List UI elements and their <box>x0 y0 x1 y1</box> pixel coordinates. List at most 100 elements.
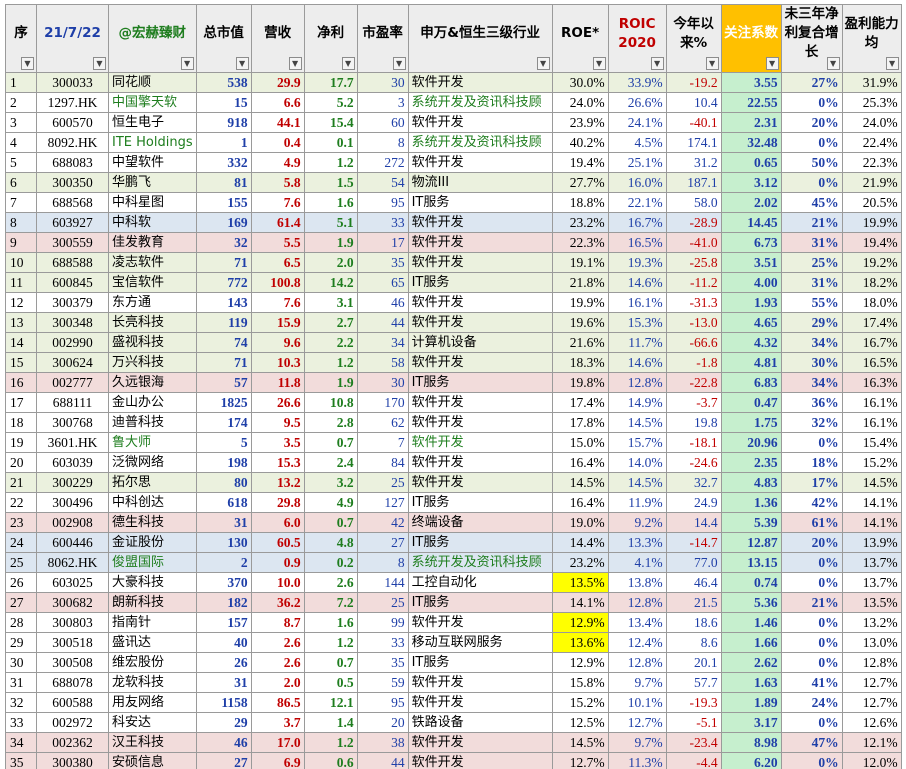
cell-roe[interactable]: 19.0% <box>551 512 609 533</box>
cell-margin[interactable]: 18.2% <box>841 272 902 293</box>
cell-margin[interactable]: 22.3% <box>841 152 902 173</box>
cell-market-cap[interactable]: 71 <box>195 252 252 273</box>
cell-revenue[interactable]: 15.9 <box>250 312 305 333</box>
cell-net-profit[interactable]: 3.2 <box>303 472 358 493</box>
cell-margin[interactable]: 18.0% <box>841 292 902 313</box>
cell-industry[interactable]: 计算机设备 <box>407 332 553 353</box>
cell-focus[interactable]: 0.47 <box>720 392 782 413</box>
cell-code[interactable]: 300348 <box>36 312 109 333</box>
cell-focus[interactable]: 22.55 <box>720 92 782 113</box>
cell-market-cap[interactable]: 5 <box>195 432 252 453</box>
cell-industry[interactable]: 软件开发 <box>407 352 553 373</box>
cell-growth[interactable]: 29% <box>780 312 843 333</box>
table-row[interactable]: 17 688111 金山办公 1825 26.6 10.8 170 软件开发 17.4% 14.9… <box>5 392 902 413</box>
cell-industry[interactable]: 软件开发 <box>407 72 553 93</box>
cell-pe[interactable]: 95 <box>356 192 409 213</box>
table-row[interactable]: 2 1297.HK 中国擎天软 15 6.6 5.2 3 系统开发及资讯科技顾 24.0% 26.… <box>5 92 902 113</box>
cell-roic[interactable]: 4.5% <box>607 132 667 153</box>
cell-pe[interactable]: 34 <box>356 332 409 353</box>
cell-growth[interactable]: 21% <box>780 592 843 613</box>
cell-growth[interactable]: 61% <box>780 512 843 533</box>
cell-code[interactable]: 300350 <box>36 172 109 193</box>
cell-roe[interactable]: 16.4% <box>551 452 609 473</box>
cell-growth[interactable]: 31% <box>780 272 843 293</box>
cell-growth[interactable]: 0% <box>780 752 843 769</box>
cell-roic[interactable]: 15.3% <box>607 312 667 333</box>
cell-ytd[interactable]: -5.1 <box>665 712 722 733</box>
filter-dropdown-icon[interactable]: ▼ <box>885 57 899 70</box>
cell-margin[interactable]: 12.6% <box>841 712 902 733</box>
cell-seq[interactable]: 23 <box>5 512 37 533</box>
cell-name[interactable]: 中科星图 <box>108 192 197 213</box>
cell-ytd[interactable]: 20.1 <box>665 652 722 673</box>
cell-pe[interactable]: 35 <box>356 252 409 273</box>
cell-name[interactable]: 拓尔思 <box>108 472 197 493</box>
cell-code[interactable]: 300768 <box>36 412 109 433</box>
cell-name[interactable]: 迪普科技 <box>108 412 197 433</box>
cell-roic[interactable]: 9.2% <box>607 512 667 533</box>
cell-market-cap[interactable]: 198 <box>195 452 252 473</box>
table-row[interactable]: 14 002990 盛视科技 74 9.6 2.2 34 计算机设备 21.6% 11.7% -66… <box>5 332 902 353</box>
cell-code[interactable]: 300559 <box>36 232 109 253</box>
cell-roic[interactable]: 26.6% <box>607 92 667 113</box>
cell-net-profit[interactable]: 1.6 <box>303 192 358 213</box>
cell-net-profit[interactable]: 1.2 <box>303 152 358 173</box>
cell-focus[interactable]: 2.31 <box>720 112 782 133</box>
cell-roic[interactable]: 14.5% <box>607 472 667 493</box>
cell-code[interactable]: 600570 <box>36 112 109 133</box>
cell-roe[interactable]: 12.9% <box>551 652 609 673</box>
cell-code[interactable]: 300682 <box>36 592 109 613</box>
cell-name[interactable]: 鲁大师 <box>108 432 197 453</box>
cell-growth[interactable]: 42% <box>780 492 843 513</box>
cell-ytd[interactable]: -31.3 <box>665 292 722 313</box>
cell-pe[interactable]: 42 <box>356 512 409 533</box>
cell-revenue[interactable]: 4.9 <box>250 152 305 173</box>
cell-roe[interactable]: 19.1% <box>551 252 609 273</box>
table-row[interactable]: 33 002972 科安达 29 3.7 1.4 20 铁路设备 12.5% 12.7% -5.1 3… <box>5 712 902 733</box>
cell-name[interactable]: 龙软科技 <box>108 672 197 693</box>
cell-code[interactable]: 300624 <box>36 352 109 373</box>
cell-focus[interactable]: 8.98 <box>720 732 782 753</box>
cell-margin[interactable]: 14.5% <box>841 472 902 493</box>
cell-revenue[interactable]: 15.3 <box>250 452 305 473</box>
cell-revenue[interactable]: 86.5 <box>250 692 305 713</box>
cell-market-cap[interactable]: 538 <box>195 72 252 93</box>
cell-name[interactable]: 俊盟国际 <box>108 552 197 573</box>
cell-name[interactable]: 金山办公 <box>108 392 197 413</box>
cell-roe[interactable]: 14.4% <box>551 532 609 553</box>
cell-margin[interactable]: 13.5% <box>841 592 902 613</box>
cell-pe[interactable]: 272 <box>356 152 409 173</box>
cell-net-profit[interactable]: 4.8 <box>303 532 358 553</box>
cell-pe[interactable]: 59 <box>356 672 409 693</box>
cell-revenue[interactable]: 29.9 <box>250 72 305 93</box>
table-row[interactable]: 20 603039 泛微网络 198 15.3 2.4 84 软件开发 16.4% 14.0% -2… <box>5 452 902 473</box>
cell-focus[interactable]: 6.73 <box>720 232 782 253</box>
cell-industry[interactable]: 软件开发 <box>407 152 553 173</box>
cell-pe[interactable]: 33 <box>356 212 409 233</box>
cell-seq[interactable]: 27 <box>5 592 37 613</box>
cell-ytd[interactable]: -40.1 <box>665 112 722 133</box>
cell-name[interactable]: 佳发教育 <box>108 232 197 253</box>
cell-net-profit[interactable]: 2.0 <box>303 252 358 273</box>
cell-code[interactable]: 603927 <box>36 212 109 233</box>
filter-dropdown-icon[interactable]: ▼ <box>341 57 355 70</box>
cell-pe[interactable]: 84 <box>356 452 409 473</box>
cell-growth[interactable]: 21% <box>780 212 843 233</box>
cell-growth[interactable]: 45% <box>780 192 843 213</box>
cell-market-cap[interactable]: 1158 <box>195 692 252 713</box>
cell-roic[interactable]: 12.8% <box>607 372 667 393</box>
cell-industry[interactable]: 软件开发 <box>407 412 553 433</box>
cell-pe[interactable]: 127 <box>356 492 409 513</box>
cell-roe[interactable]: 30.0% <box>551 72 609 93</box>
cell-growth[interactable]: 55% <box>780 292 843 313</box>
cell-focus[interactable]: 5.36 <box>720 592 782 613</box>
cell-margin[interactable]: 22.4% <box>841 132 902 153</box>
cell-revenue[interactable]: 7.6 <box>250 192 305 213</box>
cell-margin[interactable]: 19.2% <box>841 252 902 273</box>
cell-net-profit[interactable]: 1.9 <box>303 232 358 253</box>
cell-revenue[interactable]: 13.2 <box>250 472 305 493</box>
cell-name[interactable]: 盛讯达 <box>108 632 197 653</box>
cell-net-profit[interactable]: 1.5 <box>303 172 358 193</box>
cell-revenue[interactable]: 11.8 <box>250 372 305 393</box>
cell-seq[interactable]: 34 <box>5 732 37 753</box>
